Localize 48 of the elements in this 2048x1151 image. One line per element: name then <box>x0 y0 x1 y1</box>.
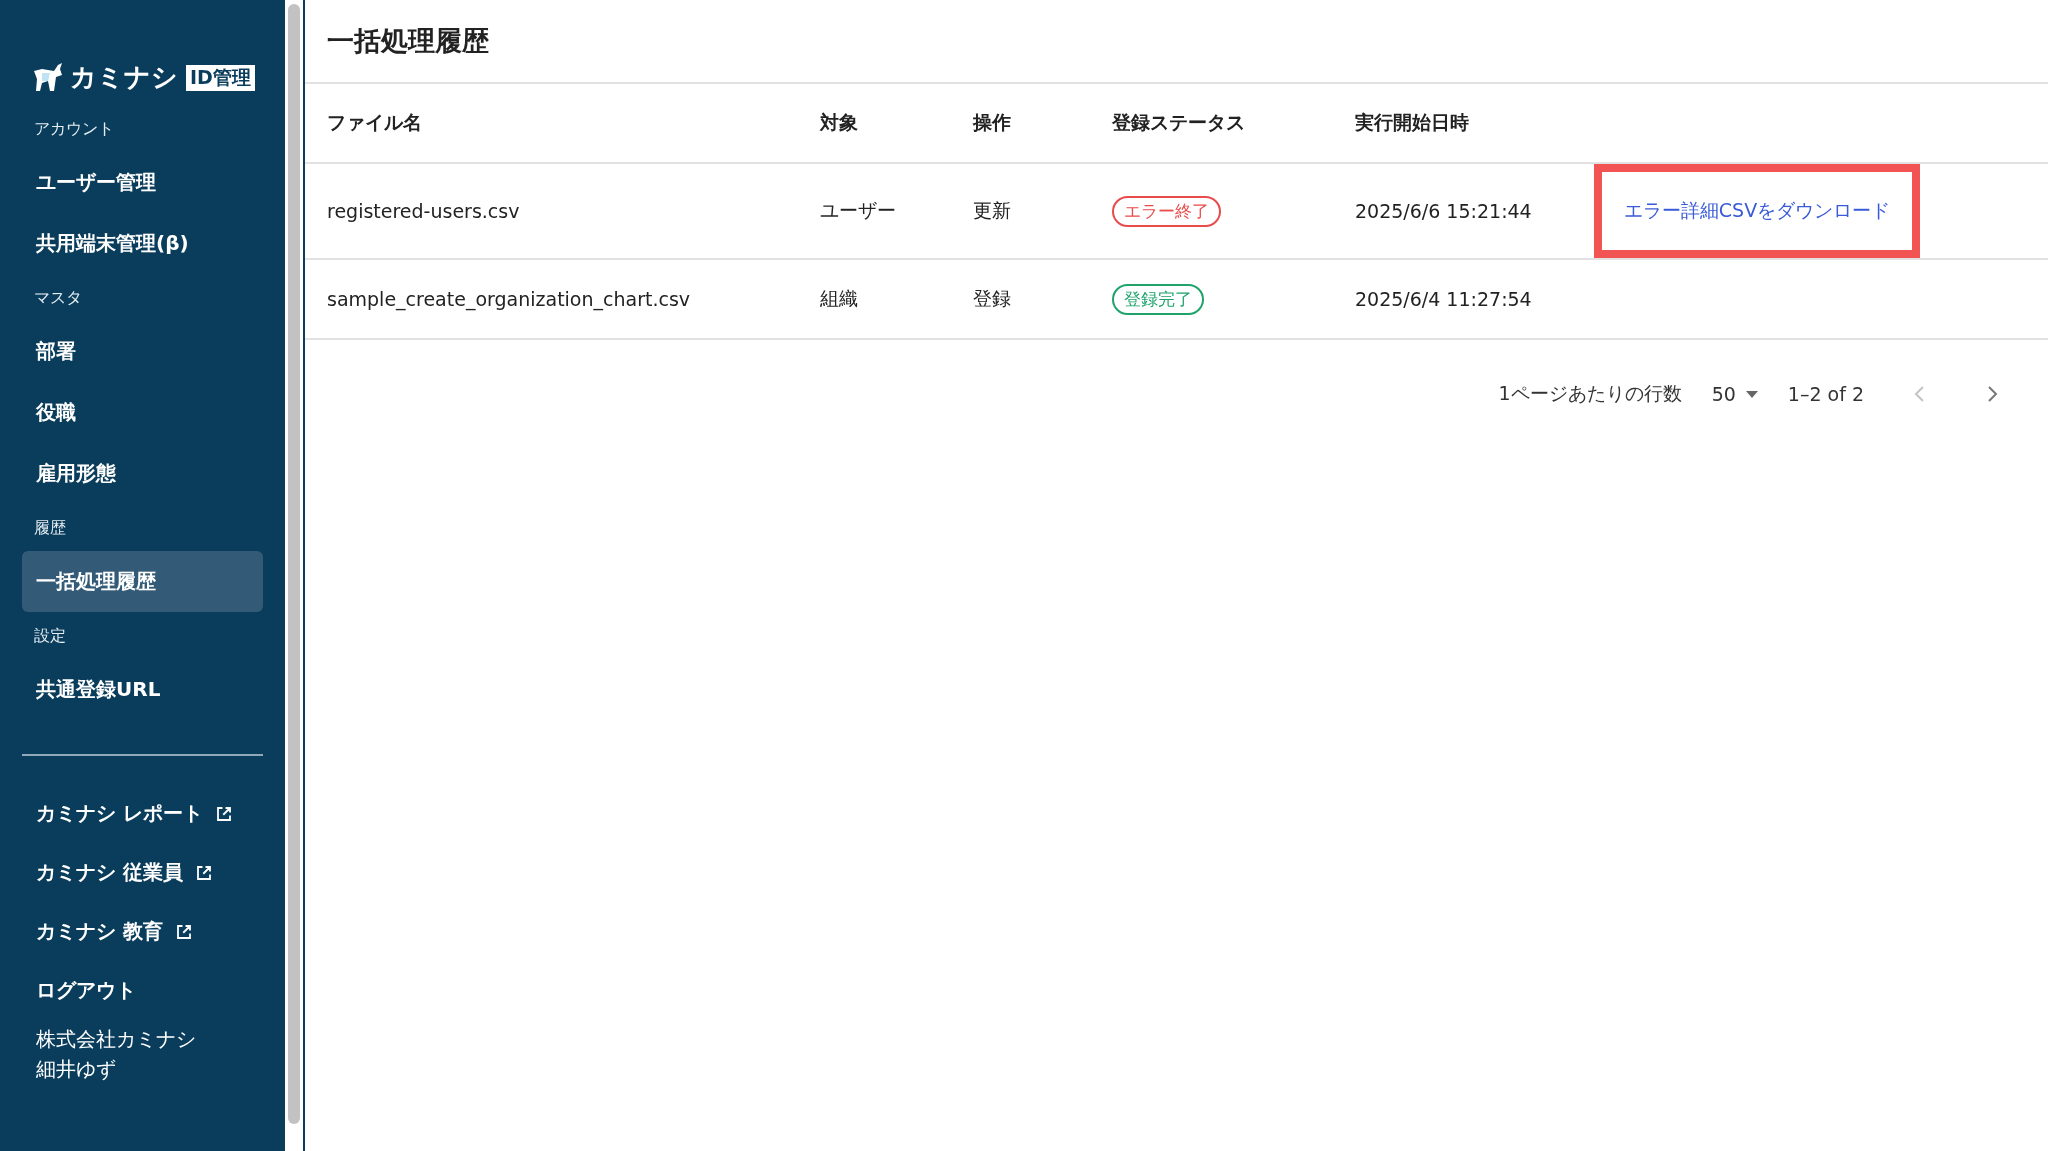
nav-section-heading: アカウント <box>33 118 115 140</box>
nav-link[interactable]: カミナシ レポート <box>22 784 263 843</box>
nav-link-label: ログアウト <box>36 977 136 1004</box>
nav-item[interactable]: 共通登録URL <box>22 659 263 720</box>
column-header: 対象 <box>798 84 951 164</box>
table-cell: 組織 <box>798 260 951 340</box>
nav-item[interactable]: 役職 <box>22 382 263 443</box>
nav-link-label: カミナシ 従業員 <box>36 859 183 886</box>
status-badge: エラー終了 <box>1112 195 1221 227</box>
caret-icon <box>1745 390 1758 398</box>
rows-per-page-label: 1ページあたりの行数 <box>1498 381 1682 406</box>
column-header: 実行開始日時 <box>1333 84 1594 164</box>
rows-per-page-select[interactable]: 50 <box>1705 383 1764 405</box>
nav-link-label: カミナシ 教育 <box>36 918 163 945</box>
table-cell: 2025/6/4 11:27:54 <box>1333 260 1594 340</box>
external-link-icon <box>214 804 233 823</box>
nav-item[interactable]: 雇用形態 <box>22 443 263 504</box>
nav-section-heading: マスタ <box>33 287 83 309</box>
external-link-icon <box>194 863 213 882</box>
nav-link[interactable]: カミナシ 教育 <box>22 902 263 961</box>
scrollbar-thumb[interactable] <box>288 4 300 1124</box>
external-link-icon <box>174 922 193 941</box>
table-cell: sample_create_organization_chart.csv <box>305 260 798 340</box>
logo-badge: ID管理 <box>186 64 255 91</box>
table-cell: ユーザー <box>798 164 951 260</box>
table-cell: 2025/6/6 15:21:44 <box>1333 164 1594 260</box>
logo-wordmark: カミナシ <box>70 61 178 94</box>
nav-item[interactable]: 一括処理履歴 <box>22 551 263 612</box>
nav-section-heading: 設定 <box>33 625 67 647</box>
page-title: 一括処理履歴 <box>327 24 489 58</box>
column-header: 登録ステータス <box>1090 84 1333 164</box>
column-header: ファイル名 <box>305 84 798 164</box>
status-badge: 登録完了 <box>1112 283 1204 315</box>
nav-item[interactable]: ユーザー管理 <box>22 152 263 213</box>
column-header: 操作 <box>951 84 1090 164</box>
page-range: 1–2 of 2 <box>1787 383 1864 405</box>
nav-section-heading: 履歴 <box>33 517 67 539</box>
company-name: 株式会社カミナシ <box>36 1026 197 1053</box>
user-name: 細井ゆず <box>36 1056 117 1083</box>
table-cell: 登録 <box>951 260 1090 340</box>
nav-item[interactable]: 共用端末管理(β) <box>22 213 263 274</box>
table-cell: registered-users.csv <box>305 164 798 260</box>
download-link[interactable]: エラー詳細CSVをダウンロード <box>1594 164 1920 258</box>
nav-link[interactable]: ログアウト <box>22 961 263 1020</box>
nav-link-label: カミナシ レポート <box>36 800 203 827</box>
table-cell: 更新 <box>951 164 1090 260</box>
nav-link[interactable]: カミナシ 従業員 <box>22 843 263 902</box>
nav-item[interactable]: 部署 <box>22 321 263 382</box>
